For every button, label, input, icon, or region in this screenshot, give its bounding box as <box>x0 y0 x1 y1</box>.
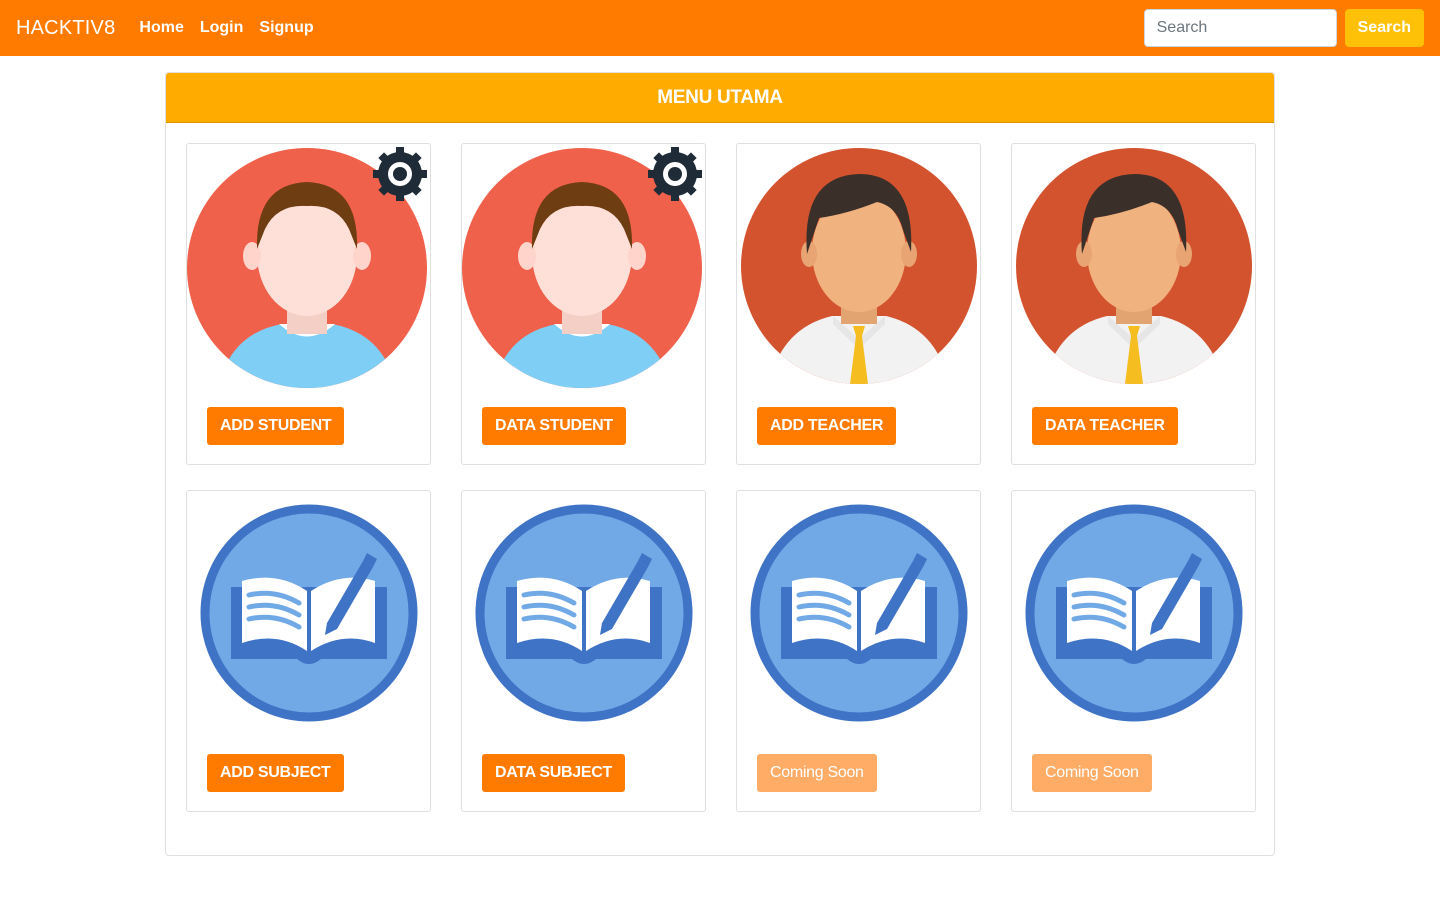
data-teacher-button[interactable]: DATA TEACHER <box>1032 407 1178 445</box>
data-subject-button[interactable]: DATA SUBJECT <box>482 754 625 792</box>
menu-tile-coming-soon: Coming Soon <box>1011 490 1256 812</box>
coming-soon-button: Coming Soon <box>757 754 877 792</box>
menu-tile-coming-soon: Coming Soon <box>736 490 981 812</box>
teacher-icon <box>1016 148 1252 384</box>
coming-soon-button: Coming Soon <box>1032 754 1152 792</box>
teacher-icon <box>741 148 977 384</box>
add-teacher-button[interactable]: ADD TEACHER <box>757 407 897 445</box>
nav-link-signup[interactable]: Signup <box>259 19 313 37</box>
menu-tile-data-student: DATA STUDENT <box>461 143 706 465</box>
navbar: HACKTIV8 Home Login Signup Search <box>0 0 1440 56</box>
menu-grid: ADD STUDENT DATA STUDENT ADD TEACHER DAT… <box>186 143 1256 812</box>
add-student-button[interactable]: ADD STUDENT <box>207 407 345 445</box>
add-subject-button[interactable]: ADD SUBJECT <box>207 754 344 792</box>
book-pencil-icon <box>1025 504 1243 722</box>
book-pencil-icon <box>750 504 968 722</box>
card-header: MENU UTAMA <box>166 73 1274 123</box>
book-pencil-icon <box>200 504 418 722</box>
nav-link-home[interactable]: Home <box>139 19 183 37</box>
search-input[interactable] <box>1143 9 1337 47</box>
main-menu-card: MENU UTAMA ADD STUDENT DATA STUDENT ADD … <box>165 72 1275 856</box>
nav-links: Home Login Signup <box>139 19 313 37</box>
menu-tile-add-student: ADD STUDENT <box>186 143 431 465</box>
student-admin-icon <box>187 147 427 388</box>
menu-tile-add-subject: ADD SUBJECT <box>186 490 431 812</box>
brand-logo[interactable]: HACKTIV8 <box>16 17 115 40</box>
menu-tile-data-teacher: DATA TEACHER <box>1011 143 1256 465</box>
data-student-button[interactable]: DATA STUDENT <box>482 407 626 445</box>
nav-link-login[interactable]: Login <box>200 19 244 37</box>
student-admin-icon <box>462 147 702 388</box>
menu-tile-add-teacher: ADD TEACHER <box>736 143 981 465</box>
page-title: MENU UTAMA <box>657 86 783 108</box>
menu-tile-data-subject: DATA SUBJECT <box>461 490 706 812</box>
book-pencil-icon <box>475 504 693 722</box>
search-form: Search <box>1143 9 1424 47</box>
search-button[interactable]: Search <box>1344 9 1424 47</box>
